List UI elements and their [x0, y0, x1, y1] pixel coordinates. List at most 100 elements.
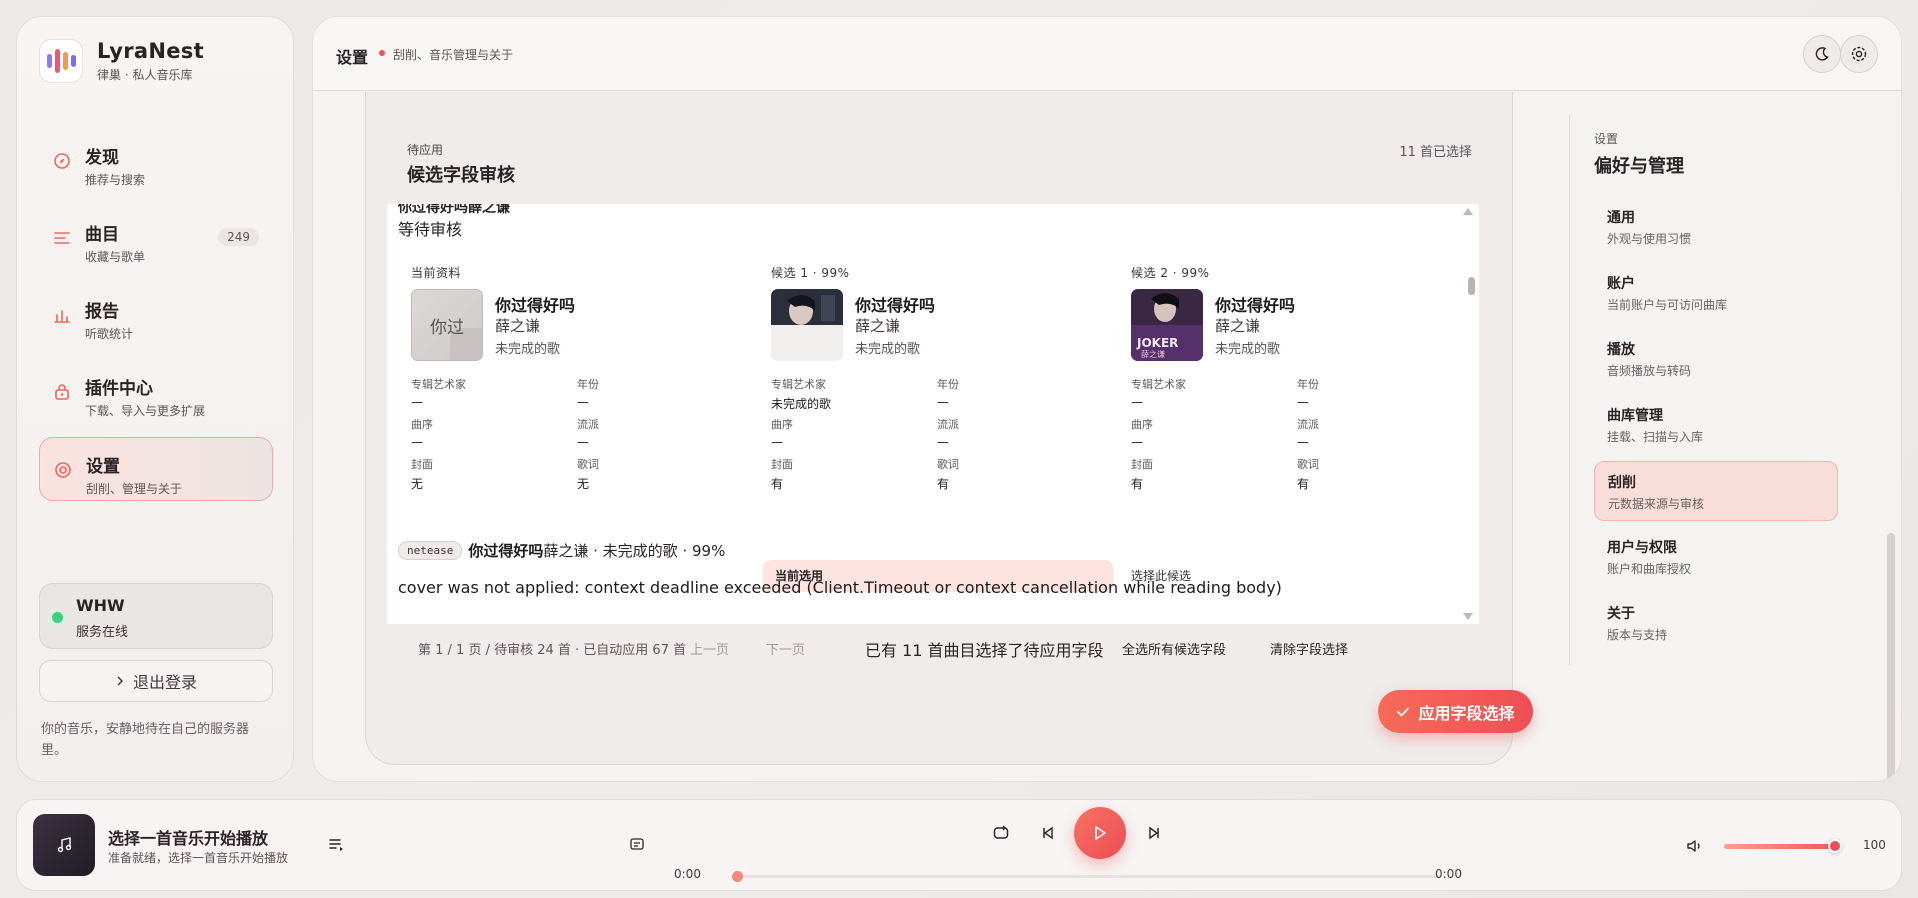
queue-button[interactable] — [327, 835, 347, 855]
apply-fields-button[interactable]: 应用字段选择 — [1378, 690, 1533, 733]
field-value: 无 — [411, 477, 424, 491]
field-track-number[interactable]: 曲序 — — [771, 416, 931, 449]
settings-item-sub: 外观与使用习惯 — [1607, 232, 1692, 246]
progress-bar[interactable] — [737, 875, 1439, 878]
nav-item-discover[interactable]: 发现 推荐与搜索 — [39, 129, 273, 193]
prev-page-button[interactable]: 上一页 — [690, 639, 729, 658]
field-value: 有 — [771, 477, 784, 491]
field-value: 有 — [1131, 477, 1144, 491]
skip-forward-icon — [1149, 826, 1159, 840]
repeat-button[interactable] — [990, 822, 1012, 844]
field-value: 无 — [577, 477, 590, 491]
field-value: — — [1297, 395, 1309, 409]
field-album-artist[interactable]: 专辑艺术家 未完成的歌 — [771, 376, 931, 412]
nav-item-plugins[interactable]: 插件中心 下载、导入与更多扩展 — [39, 360, 273, 424]
chevron-right-icon — [117, 676, 124, 686]
play-button[interactable] — [1074, 807, 1126, 859]
volume-button[interactable] — [1684, 835, 1706, 857]
svg-text:薛之谦: 薛之谦 — [1141, 349, 1165, 359]
settings-item-about[interactable]: 关于 版本与支持 — [1594, 593, 1838, 653]
main-scrollbar[interactable] — [1887, 533, 1895, 781]
volume-slider[interactable] — [1724, 844, 1834, 849]
field-label: 歌词 — [1297, 458, 1319, 471]
field-genre[interactable]: 流派 — — [1297, 416, 1457, 449]
clear-selection-button[interactable]: 清除字段选择 — [1270, 639, 1348, 658]
track-count-badge: 249 — [218, 228, 259, 246]
nav-subtitle: 刮削、管理与关于 — [86, 482, 183, 496]
field-lyrics[interactable]: 歌词有 — [937, 456, 1097, 492]
settings-item-title: 刮削 — [1608, 475, 1636, 491]
field-year[interactable]: 年份 — — [937, 376, 1097, 409]
field-lyrics: 歌词无 — [577, 456, 737, 492]
source-song-details: 薛之谦 · 未完成的歌 · 99% — [543, 542, 726, 560]
source-match-row: netease 你过得好吗 薛之谦 · 未完成的歌 · 99% — [398, 540, 725, 561]
settings-item-scraping[interactable]: 刮削元数据来源与审核 — [1594, 461, 1838, 521]
main-panel: 设置 刮削、音乐管理与关于 待应用 候选字段审核 11 首已选择 你过得好吗薛之… — [312, 16, 1902, 782]
previous-track-button[interactable] — [1037, 822, 1059, 844]
field-label: 流派 — [1297, 418, 1319, 431]
field-album-artist[interactable]: 专辑艺术家 — — [1131, 376, 1291, 409]
nav-item-tracks[interactable]: 曲目 收藏与歌单 249 — [39, 206, 273, 270]
review-eyebrow: 待应用 — [407, 143, 444, 157]
progress-handle[interactable] — [732, 871, 743, 882]
nav-subtitle: 听歌统计 — [85, 327, 134, 341]
settings-subnav: 设置 偏好与管理 通用 外观与使用习惯 账户 当前账户与可访问曲库 播放 音频播放与转… — [1569, 115, 1859, 665]
review-title: 候选字段审核 — [407, 165, 515, 186]
field-label: 封面 — [411, 458, 433, 471]
settings-eyebrow: 设置 — [1594, 132, 1619, 146]
top-bar: 设置 刮削、音乐管理与关于 — [313, 17, 1901, 91]
settings-item-library[interactable]: 曲库管理 挂载、扫描与入库 — [1594, 395, 1838, 455]
settings-item-account[interactable]: 账户 当前账户与可访问曲库 — [1594, 263, 1838, 323]
now-playing-title: 选择一首音乐开始播放 — [108, 829, 269, 848]
field-cover[interactable]: 封面有 — [1131, 456, 1291, 492]
scrollbar-thumb[interactable] — [1468, 277, 1475, 295]
field-value: — — [1297, 435, 1309, 449]
song-title: 你过得好吗 — [855, 296, 936, 315]
sidebar-tagline: 你的音乐，安静地待在自己的服务器里。 — [41, 722, 250, 758]
settings-item-users[interactable]: 用户与权限 账户和曲库授权 — [1594, 527, 1838, 587]
field-value: — — [1131, 435, 1143, 449]
review-scroll-area[interactable]: 你过得好吗薛之谦 等待审核 当前资料 你过 你过得好吗 薛之谦 未完成的歌 专辑… — [387, 204, 1479, 624]
field-genre[interactable]: 流派 — — [937, 416, 1097, 449]
settings-button[interactable] — [1840, 35, 1878, 73]
field-label: 专辑艺术家 — [1131, 378, 1186, 391]
settings-item-general[interactable]: 通用 外观与使用习惯 — [1594, 197, 1838, 257]
nav-subtitle: 收藏与歌单 — [85, 250, 146, 264]
song-album: 未完成的歌 — [1215, 342, 1281, 357]
theme-toggle-button[interactable] — [1803, 35, 1841, 73]
field-cover[interactable]: 封面有 — [771, 456, 931, 492]
song-artist: 薛之谦 — [495, 317, 541, 335]
song-summary: 你过得好吗 薛之谦 未完成的歌 — [771, 289, 1117, 365]
field-lyrics[interactable]: 歌词有 — [1297, 456, 1457, 492]
select-all-candidates-button[interactable]: 全选所有候选字段 — [1122, 639, 1226, 658]
logout-label: 退出登录 — [132, 673, 197, 692]
next-track-button[interactable] — [1143, 822, 1165, 844]
field-year[interactable]: 年份 — — [1297, 376, 1457, 409]
nav-item-reports[interactable]: 报告 听歌统计 — [39, 283, 273, 347]
field-track-number[interactable]: 曲序 — — [1131, 416, 1291, 449]
volume-value: 100 — [1863, 838, 1886, 852]
nav-title: 插件中心 — [85, 379, 153, 399]
field-label: 年份 — [577, 378, 599, 391]
logout-button[interactable]: 退出登录 — [39, 660, 273, 702]
lyrics-button[interactable] — [627, 835, 647, 855]
nav-title: 发现 — [85, 148, 119, 168]
skip-back-icon — [1043, 826, 1053, 840]
plugin-icon — [55, 384, 69, 400]
field-label: 年份 — [1297, 378, 1319, 391]
volume-handle[interactable] — [1828, 839, 1842, 853]
nav-item-settings[interactable]: 设置 刮削、管理与关于 — [39, 437, 273, 501]
next-page-button[interactable]: 下一页 — [766, 639, 805, 658]
page-title: 设置 — [336, 48, 369, 67]
song-artist: 薛之谦 — [855, 317, 901, 335]
scroll-down-arrow[interactable] — [1463, 613, 1473, 620]
settings-item-sub: 版本与支持 — [1607, 628, 1668, 642]
settings-item-sub: 元数据来源与审核 — [1608, 497, 1705, 511]
server-status-card: WHW 服务在线 — [39, 583, 273, 649]
scroll-up-arrow[interactable] — [1463, 208, 1473, 215]
settings-item-playback[interactable]: 播放 音频播放与转码 — [1594, 329, 1838, 389]
settings-icon — [55, 462, 71, 478]
selected-count: 11 首已选择 — [1399, 145, 1472, 160]
logo-icon — [39, 39, 83, 83]
brand: LyraNest 律巢 · 私人音乐库 — [39, 39, 204, 83]
